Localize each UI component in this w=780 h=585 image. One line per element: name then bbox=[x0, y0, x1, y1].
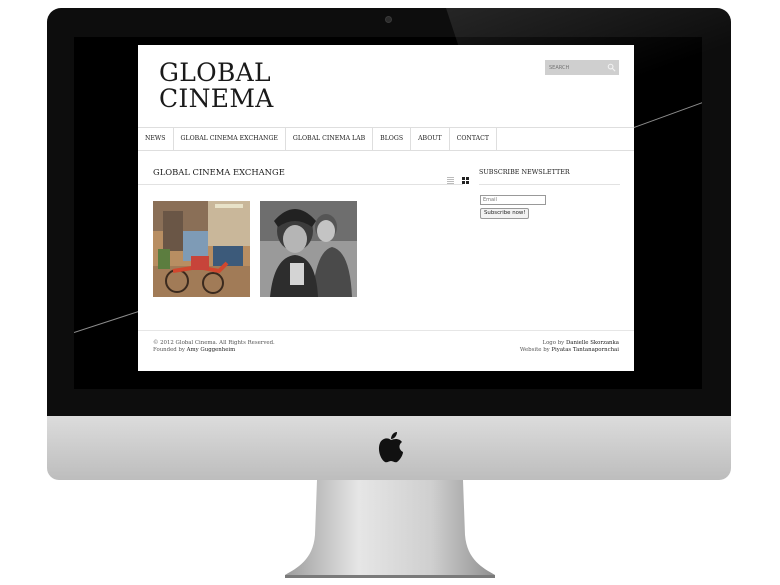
screen-reflection-line bbox=[633, 99, 702, 128]
divider bbox=[138, 184, 463, 185]
logo-credit: Logo by Danielle Skorzanka bbox=[520, 340, 619, 347]
site-logo[interactable]: GLOBAL CINEMA bbox=[159, 60, 274, 112]
footer-divider bbox=[138, 330, 634, 331]
list-view-icon[interactable] bbox=[447, 177, 454, 184]
logo-line-1: GLOBAL bbox=[159, 58, 271, 87]
view-toggles bbox=[444, 169, 470, 188]
logo-line-2: CINEMA bbox=[159, 84, 274, 113]
main-nav: NEWS GLOBAL CINEMA EXCHANGE GLOBAL CINEM… bbox=[138, 127, 634, 151]
footer-left: © 2012 Global Cinema. All Rights Reserve… bbox=[153, 340, 275, 354]
footer-right: Logo by Danielle Skorzanka Website by Pi… bbox=[520, 340, 619, 354]
section-title: GLOBAL CINEMA EXCHANGE bbox=[153, 167, 285, 177]
founded-by: Founded by Amy Guggenheim bbox=[153, 347, 275, 354]
search-icon[interactable] bbox=[607, 63, 616, 72]
search-input[interactable] bbox=[549, 62, 605, 73]
thumbnail-street-market[interactable] bbox=[153, 201, 250, 297]
logo-designer-link[interactable]: Danielle Skorzanka bbox=[566, 340, 619, 346]
imac-chin bbox=[47, 416, 731, 480]
copyright-text: © 2012 Global Cinema. All Rights Reserve… bbox=[153, 340, 275, 346]
camera-icon bbox=[385, 16, 392, 23]
nav-item-global-cinema-exchange[interactable]: GLOBAL CINEMA EXCHANGE bbox=[174, 128, 286, 150]
nav-item-blogs[interactable]: BLOGS bbox=[373, 128, 412, 150]
nav-item-news[interactable]: NEWS bbox=[138, 128, 174, 150]
email-field[interactable] bbox=[480, 195, 546, 205]
search-box[interactable] bbox=[545, 60, 619, 75]
divider bbox=[479, 184, 620, 185]
website-credit: Website by Piyatas Tantanapornchai bbox=[520, 347, 619, 354]
subscribe-button[interactable]: Subscribe now! bbox=[480, 208, 530, 219]
imac-stand bbox=[283, 480, 497, 580]
founder-link[interactable]: Amy Guggenheim bbox=[187, 347, 236, 353]
newsletter-title: SUBSCRIBE NEWSLETTER bbox=[479, 168, 570, 176]
thumbnail-children-portrait[interactable] bbox=[260, 201, 357, 297]
apple-logo-icon bbox=[378, 432, 403, 463]
nav-item-global-cinema-lab[interactable]: GLOBAL CINEMA LAB bbox=[286, 128, 374, 150]
website-window: GLOBAL CINEMA NEWS GLOBAL CINEMA EXCHANG… bbox=[138, 45, 634, 371]
nav-item-contact[interactable]: CONTACT bbox=[450, 128, 497, 150]
founded-prefix: Founded by bbox=[153, 347, 185, 353]
nav-item-about[interactable]: ABOUT bbox=[411, 128, 450, 150]
website-designer-link[interactable]: Piyatas Tantanapornchai bbox=[551, 347, 619, 353]
logo-credit-prefix: Logo by bbox=[542, 340, 565, 346]
grid-view-icon[interactable] bbox=[462, 177, 470, 184]
website-credit-prefix: Website by bbox=[519, 347, 550, 353]
